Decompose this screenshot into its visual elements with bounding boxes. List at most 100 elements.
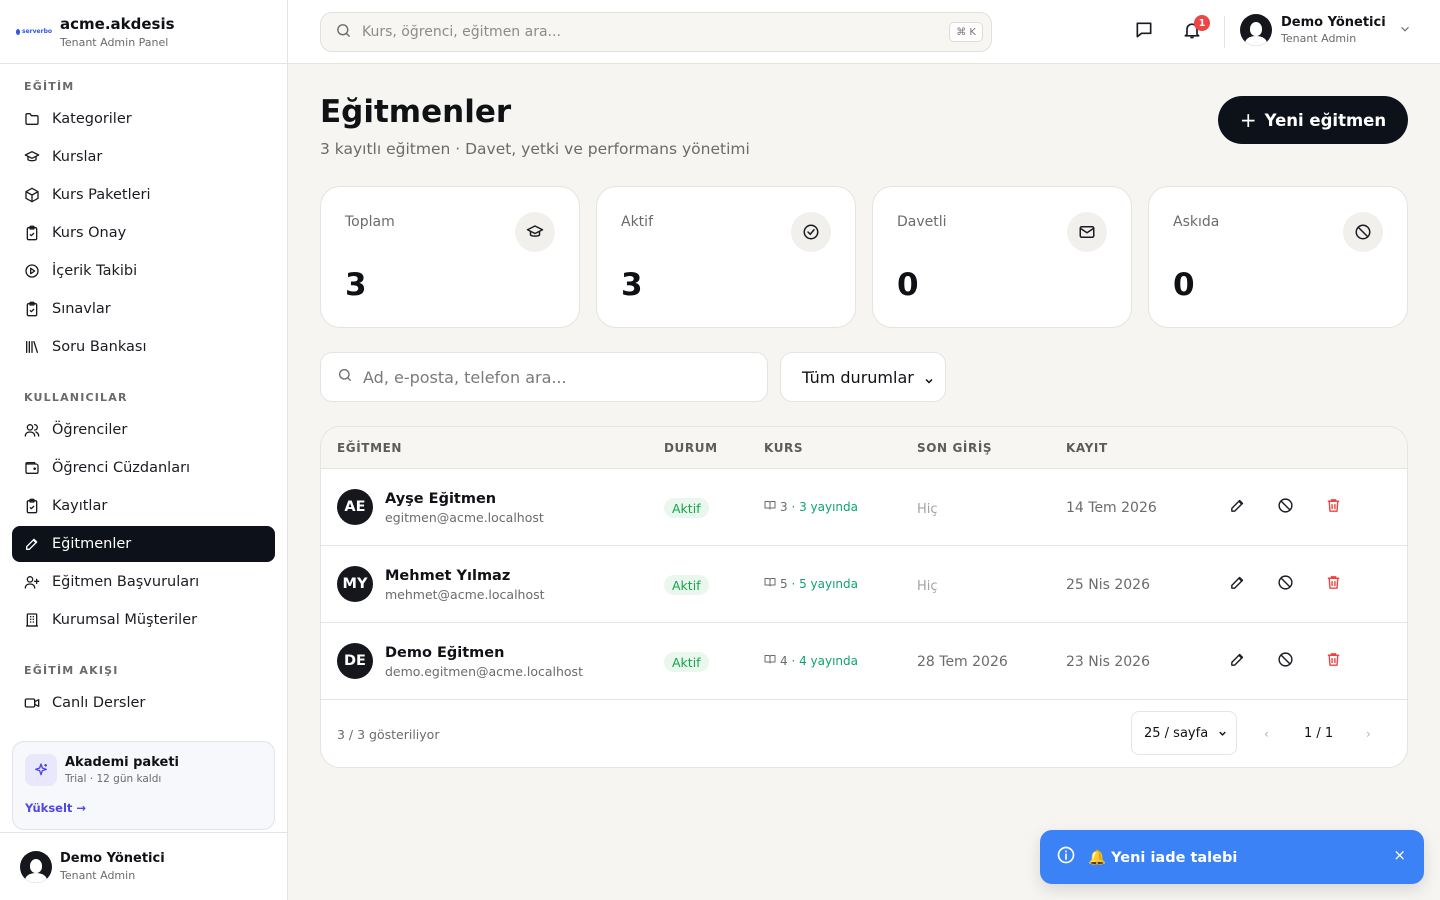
trash-icon bbox=[1325, 651, 1342, 672]
sidebar-item-ogrenciler[interactable]: Öğrenciler bbox=[12, 412, 275, 448]
graduation-cap-icon bbox=[24, 149, 40, 165]
sidebar-item-egitmen-basvurulari[interactable]: Eğitmen Başvuruları bbox=[12, 564, 275, 600]
stat-label: Askıda bbox=[1173, 214, 1220, 230]
table-row[interactable]: MY Mehmet Yılmaz mehmet@acme.localhost A… bbox=[321, 546, 1407, 623]
brand[interactable]: serverbo acme.akdesis Tenant Admin Panel bbox=[0, 0, 287, 64]
sidebar-item-canli-dersler[interactable]: Canlı Dersler bbox=[12, 685, 275, 721]
users-icon bbox=[24, 422, 40, 438]
sidebar-item-kurumsal-musteriler[interactable]: Kurumsal Müşteriler bbox=[12, 602, 275, 638]
building-icon bbox=[24, 612, 40, 628]
column-header[interactable]: EĞİTMEN bbox=[337, 441, 402, 455]
sidebar-item-kurs-paketleri[interactable]: Kurs Paketleri bbox=[12, 177, 275, 213]
status-badge: Aktif bbox=[664, 575, 709, 595]
suspend-button[interactable] bbox=[1275, 574, 1295, 594]
mail-icon bbox=[1067, 212, 1107, 252]
course-published: 3 yayında bbox=[799, 499, 859, 514]
check-circle-icon bbox=[791, 212, 831, 252]
stat-label: Davetli bbox=[897, 214, 947, 230]
suspend-button[interactable] bbox=[1275, 651, 1295, 671]
instructor-search-input[interactable]: Ad, e-posta, telefon ara... bbox=[320, 352, 768, 402]
edit-button[interactable] bbox=[1227, 574, 1247, 594]
message-icon bbox=[1134, 20, 1154, 44]
next-page-button[interactable]: › bbox=[1366, 727, 1371, 741]
last-login: 28 Tem 2026 bbox=[917, 654, 1008, 670]
table-row[interactable]: DE Demo Eğitmen demo.egitmen@acme.localh… bbox=[321, 623, 1407, 700]
delete-button[interactable] bbox=[1323, 574, 1343, 594]
sidebar-item-kurslar[interactable]: Kurslar bbox=[12, 139, 275, 175]
sidebar-item-label: Canlı Dersler bbox=[52, 695, 146, 711]
status-filter-select[interactable]: Tüm durumlar bbox=[780, 352, 946, 402]
library-icon bbox=[24, 339, 40, 355]
user-menu[interactable]: Demo Yönetici Tenant Admin bbox=[1240, 14, 1412, 46]
instructor-name: Demo Eğitmen bbox=[385, 645, 505, 661]
avatar: MY bbox=[337, 566, 373, 602]
instructor-email: mehmet@acme.localhost bbox=[385, 587, 545, 602]
sidebar-item-sinavlar[interactable]: Sınavlar bbox=[12, 291, 275, 327]
sidebar-item-label: Sınavlar bbox=[52, 301, 111, 317]
stat-value: 3 bbox=[345, 267, 367, 303]
sidebar-item-kayitlar[interactable]: Kayıtlar bbox=[12, 488, 275, 524]
prev-page-button[interactable]: ‹ bbox=[1264, 727, 1269, 741]
status-badge: Aktif bbox=[664, 652, 709, 672]
course-total: 4 bbox=[780, 653, 788, 668]
sidebar-item-soru-bankasi[interactable]: Soru Bankası bbox=[12, 329, 275, 365]
edit-button[interactable] bbox=[1227, 651, 1247, 671]
messages-button[interactable] bbox=[1132, 20, 1156, 44]
upgrade-link[interactable]: Yükselt → bbox=[25, 801, 86, 815]
column-header[interactable]: DURUM bbox=[664, 441, 718, 455]
toast-notification: 🔔 Yeni iade talebi × bbox=[1040, 830, 1424, 884]
column-header[interactable]: SON GİRİŞ bbox=[917, 441, 992, 455]
registered-date: 25 Nis 2026 bbox=[1066, 577, 1150, 593]
delete-button[interactable] bbox=[1323, 497, 1343, 517]
status-badge: Aktif bbox=[664, 498, 709, 518]
instructor-name: Mehmet Yılmaz bbox=[385, 568, 511, 584]
sidebar-item-label: Kayıtlar bbox=[52, 498, 108, 514]
page-title: Eğitmenler bbox=[320, 94, 512, 130]
per-page-select[interactable]: 25 / sayfa bbox=[1131, 711, 1237, 755]
avatar: AE bbox=[337, 489, 373, 525]
course-count: 3 · 3 yayında bbox=[764, 499, 858, 514]
global-search-input[interactable]: Kurs, öğrenci, eğitmen ara... ⌘ K bbox=[320, 12, 992, 52]
nav-section-title: EĞİTİM bbox=[24, 80, 75, 93]
instructor-name: Ayşe Eğitmen bbox=[385, 491, 497, 507]
edit-button[interactable] bbox=[1227, 497, 1247, 517]
close-icon[interactable]: × bbox=[1393, 846, 1406, 864]
course-published: 4 yayında bbox=[799, 653, 859, 668]
sidebar-item-kategoriler[interactable]: Kategoriler bbox=[12, 101, 275, 137]
pencil-icon bbox=[1229, 574, 1246, 595]
table-row[interactable]: AE Ayşe Eğitmen egitmen@acme.localhost A… bbox=[321, 469, 1407, 546]
search-placeholder: Kurs, öğrenci, eğitmen ara... bbox=[362, 24, 561, 40]
sidebar-item-ogrenci-cuzdanlari[interactable]: Öğrenci Cüzdanları bbox=[12, 450, 275, 486]
suspend-button[interactable] bbox=[1275, 497, 1295, 517]
table-header: EĞİTMEN DURUM KURS SON GİRİŞ KAYIT bbox=[321, 427, 1407, 469]
plan-title: Akademi paketi bbox=[65, 755, 179, 770]
notifications-button[interactable]: 1 bbox=[1180, 15, 1210, 44]
course-sep: · bbox=[787, 653, 800, 668]
info-icon bbox=[1056, 845, 1076, 869]
book-icon bbox=[764, 499, 776, 514]
stat-card-active: Aktif 3 bbox=[596, 186, 856, 328]
user-plus-icon bbox=[24, 574, 40, 590]
toast-message: 🔔 Yeni iade talebi bbox=[1088, 849, 1238, 866]
sidebar-item-label: Kurs Paketleri bbox=[52, 187, 151, 203]
notification-count-badge: 1 bbox=[1194, 15, 1210, 31]
topbar: Kurs, öğrenci, eğitmen ara... ⌘ K 1 Demo… bbox=[288, 0, 1440, 64]
user-name: Demo Yönetici bbox=[1281, 15, 1386, 30]
stat-value: 0 bbox=[1173, 267, 1195, 303]
sidebar-item-kurs-onay[interactable]: Kurs Onay bbox=[12, 215, 275, 251]
ban-icon bbox=[1277, 497, 1294, 518]
plan-promo-card: Akademi paketi Trial · 12 gün kaldı Yüks… bbox=[12, 741, 275, 830]
folder-icon bbox=[24, 111, 40, 127]
new-instructor-button[interactable]: + Yeni eğitmen bbox=[1218, 96, 1408, 144]
sidebar-item-icerik-takibi[interactable]: İçerik Takibi bbox=[12, 253, 275, 289]
column-header[interactable]: KURS bbox=[764, 441, 803, 455]
course-total: 5 bbox=[780, 576, 788, 591]
sidebar-item-egitmenler[interactable]: Eğitmenler bbox=[12, 526, 275, 562]
sidebar-user[interactable]: Demo Yönetici Tenant Admin bbox=[0, 832, 288, 900]
column-header[interactable]: KAYIT bbox=[1066, 441, 1108, 455]
divider bbox=[1224, 16, 1225, 48]
clipboard-check-icon bbox=[24, 301, 40, 317]
pencil-icon bbox=[1229, 497, 1246, 518]
sidebar-item-label: Eğitmenler bbox=[52, 536, 132, 552]
delete-button[interactable] bbox=[1323, 651, 1343, 671]
